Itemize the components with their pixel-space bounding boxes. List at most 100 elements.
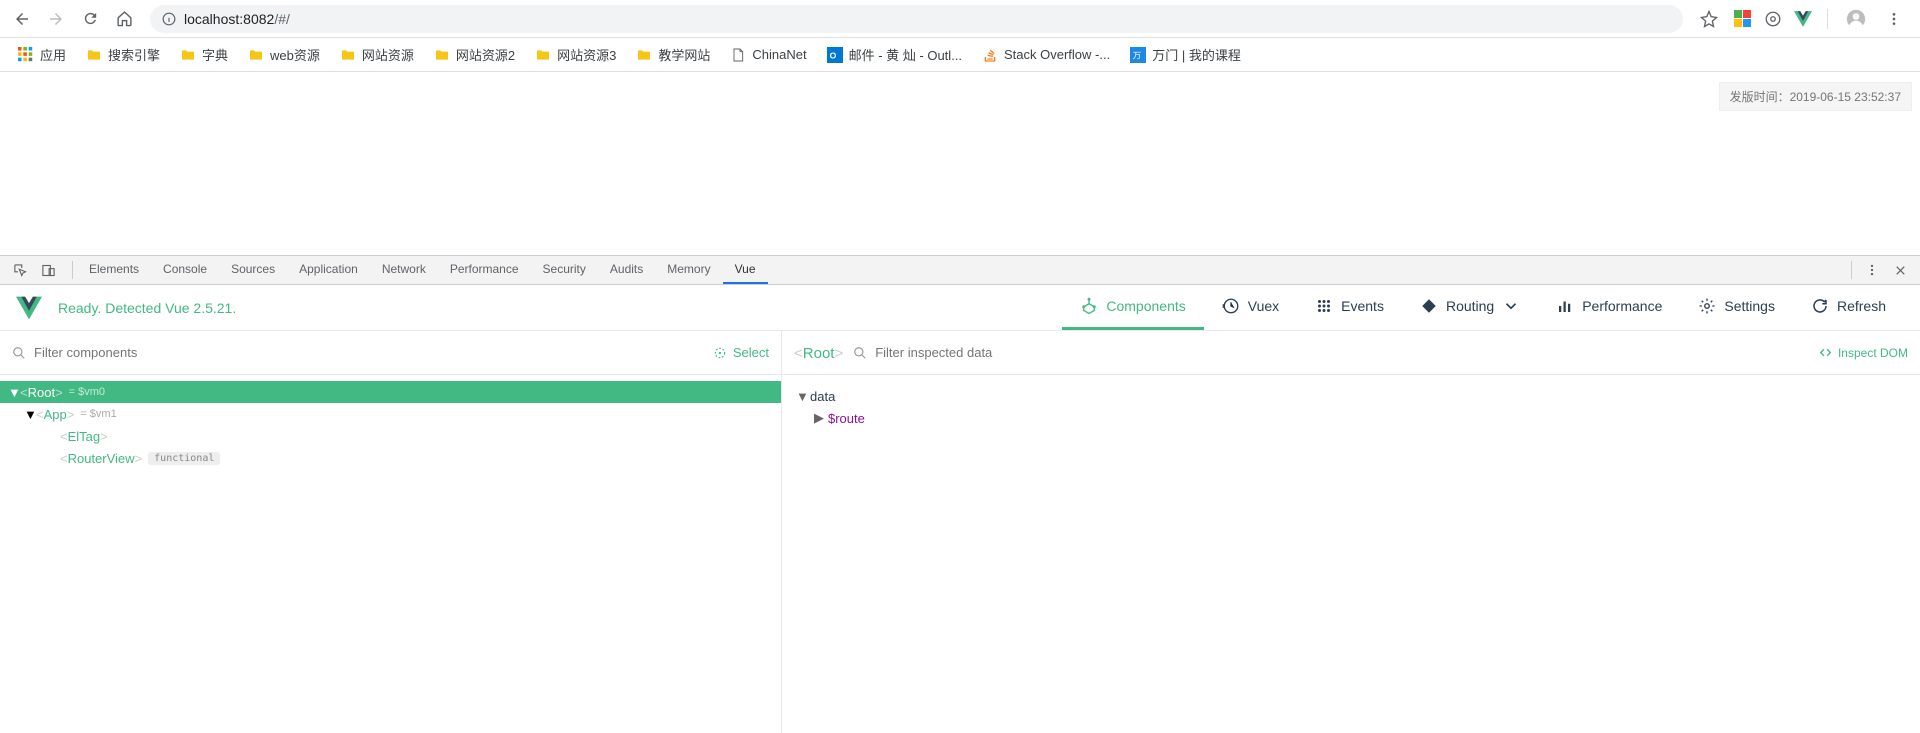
- vue-tab-refresh[interactable]: Refresh: [1793, 285, 1904, 330]
- vue-tab-settings[interactable]: Settings: [1680, 285, 1793, 330]
- grid-icon: [1315, 297, 1333, 315]
- star-icon: [1700, 10, 1718, 28]
- code-icon: [1819, 346, 1832, 359]
- back-button[interactable]: [8, 5, 36, 33]
- url-text: localhost:8082/#/: [184, 11, 290, 27]
- chart-icon: [1556, 297, 1574, 315]
- bookmark-label: 邮件 - 黄 灿 - Outl...: [849, 45, 962, 64]
- refresh-icon: [1811, 297, 1829, 315]
- devtools-tab-security[interactable]: Security: [531, 256, 598, 284]
- bookmark-item[interactable]: 网站资源2: [426, 41, 523, 68]
- devtools-tab-elements[interactable]: Elements: [77, 256, 151, 284]
- components-icon: [1080, 297, 1098, 315]
- component-tree-node[interactable]: ▼<Root>= $vm0: [0, 381, 781, 403]
- data-section-header[interactable]: ▼ data: [796, 385, 1906, 407]
- menu-button[interactable]: [1880, 5, 1908, 33]
- vue-tab-performance[interactable]: Performance: [1538, 285, 1680, 330]
- avatar-icon: [1846, 9, 1866, 29]
- bookmark-label: 字典: [202, 45, 228, 64]
- wanmen-icon: 万: [1130, 47, 1146, 63]
- info-icon: [162, 12, 176, 26]
- toolbar-right: [1695, 5, 1912, 33]
- vue-filter-row: Select <Root> Inspect DOM: [0, 331, 1920, 375]
- filter-data-input[interactable]: [875, 345, 1819, 360]
- bookmark-item[interactable]: 字典: [172, 41, 236, 68]
- component-tree-node[interactable]: <ElTag>: [0, 425, 781, 447]
- devtools-tab-vue[interactable]: Vue: [723, 256, 768, 284]
- component-tree: ▼<Root>= $vm0▼<App>= $vm1<ElTag><RouterV…: [0, 375, 782, 733]
- devtools-tab-sources[interactable]: Sources: [219, 256, 287, 284]
- bookmark-item[interactable]: 网站资源: [332, 41, 422, 68]
- bookmark-item[interactable]: 万万门 | 我的课程: [1122, 41, 1249, 68]
- bookmark-item[interactable]: Stack Overflow -...: [974, 43, 1118, 67]
- divider: [1851, 261, 1852, 279]
- vue-tab-label: Routing: [1446, 298, 1494, 314]
- bookmark-label: ChinaNet: [752, 47, 806, 62]
- inspect-dom-button[interactable]: Inspect DOM: [1819, 346, 1908, 360]
- vue-tab-events[interactable]: Events: [1297, 285, 1402, 330]
- forward-button[interactable]: [42, 5, 70, 33]
- address-bar[interactable]: localhost:8082/#/: [150, 5, 1683, 33]
- browser-toolbar: localhost:8082/#/: [0, 0, 1920, 38]
- bookmark-label: 教学网站: [658, 45, 710, 64]
- folder-icon: [636, 47, 652, 63]
- vue-status-text: Ready. Detected Vue 2.5.21.: [58, 300, 236, 316]
- device-toggle-button[interactable]: [36, 258, 60, 282]
- component-tree-node[interactable]: ▼<App>= $vm1: [0, 403, 781, 425]
- apps-shortcut[interactable]: 应用: [10, 41, 74, 68]
- profile-button[interactable]: [1842, 5, 1870, 33]
- bookmark-item[interactable]: O邮件 - 黄 灿 - Outl...: [819, 41, 970, 68]
- folder-icon: [180, 47, 196, 63]
- data-property-row[interactable]: ▶$route: [796, 407, 1906, 429]
- bookmark-item[interactable]: 搜索引擎: [78, 41, 168, 68]
- history-icon: [1222, 297, 1240, 315]
- devtools-close-button[interactable]: [1888, 258, 1912, 282]
- inspect-element-button[interactable]: [8, 258, 32, 282]
- star-button[interactable]: [1695, 5, 1723, 33]
- folder-icon: [535, 47, 551, 63]
- bookmark-item[interactable]: 教学网站: [628, 41, 718, 68]
- bookmark-label: web资源: [270, 45, 320, 64]
- devtools-tab-console[interactable]: Console: [151, 256, 219, 284]
- vue-devtools-header: Ready. Detected Vue 2.5.21. Components Vu…: [0, 285, 1920, 331]
- publish-timestamp: 发版时间：2019-06-15 23:52:37: [1719, 82, 1912, 111]
- divider: [72, 261, 73, 279]
- devtools-tab-performance[interactable]: Performance: [438, 256, 531, 284]
- diamond-icon: [1420, 297, 1438, 315]
- apps-icon: [18, 47, 34, 63]
- devtools-tab-application[interactable]: Application: [287, 256, 370, 284]
- vue-devtools-icon[interactable]: [1793, 9, 1813, 29]
- inspect-icon: [13, 263, 28, 278]
- filter-components-input[interactable]: [34, 345, 713, 360]
- devtools-tab-network[interactable]: Network: [370, 256, 438, 284]
- page-content: 发版时间：2019-06-15 23:52:37: [0, 72, 1920, 255]
- folder-icon: [86, 47, 102, 63]
- bookmark-item[interactable]: web资源: [240, 41, 328, 68]
- arrow-left-icon: [13, 10, 31, 28]
- bookmark-label: 网站资源3: [557, 45, 616, 64]
- bookmark-item[interactable]: ChinaNet: [722, 43, 814, 67]
- devtools-menu-button[interactable]: [1860, 258, 1884, 282]
- bookmark-item[interactable]: 网站资源3: [527, 41, 624, 68]
- home-button[interactable]: [110, 5, 138, 33]
- vue-tab-routing[interactable]: Routing: [1402, 285, 1538, 330]
- select-component-button[interactable]: Select: [713, 345, 769, 360]
- gear-icon: [1698, 297, 1716, 315]
- vue-tab-label: Components: [1106, 298, 1185, 314]
- data-label: data: [810, 389, 835, 404]
- devtools-tab-audits[interactable]: Audits: [598, 256, 655, 284]
- svg-text:万: 万: [1133, 50, 1142, 60]
- extension-icon-1[interactable]: [1733, 9, 1753, 29]
- devtools-tab-memory[interactable]: Memory: [655, 256, 722, 284]
- caret-icon: ▼: [8, 385, 20, 400]
- vue-tab-components[interactable]: Components: [1062, 285, 1203, 330]
- bookmark-label: 万门 | 我的课程: [1152, 45, 1241, 64]
- reload-button[interactable]: [76, 5, 104, 33]
- folder-icon: [248, 47, 264, 63]
- extension-icon-2[interactable]: [1763, 9, 1783, 29]
- component-tree-node[interactable]: <RouterView>functional: [0, 447, 781, 469]
- vue-tab-vuex[interactable]: Vuex: [1204, 285, 1297, 330]
- folder-icon: [434, 47, 450, 63]
- functional-badge: functional: [148, 452, 220, 465]
- caret-right-icon: ▶: [814, 410, 828, 426]
